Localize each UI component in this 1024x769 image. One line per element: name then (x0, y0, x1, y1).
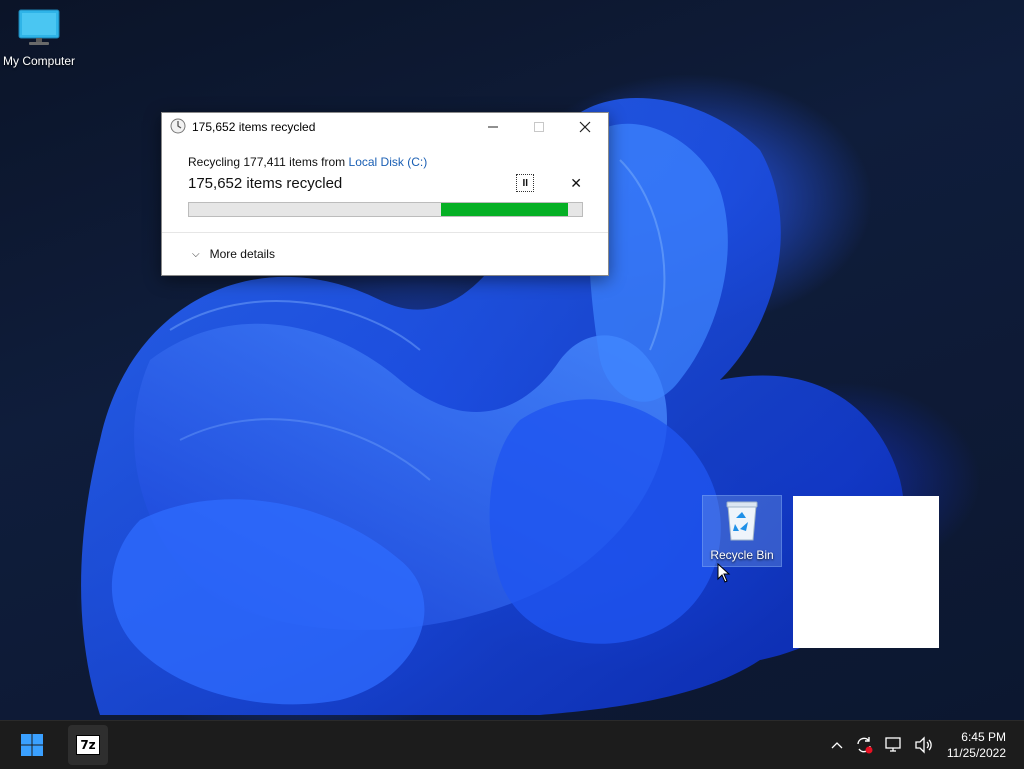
system-tray: 6:45 PM 11/25/2022 (825, 721, 1024, 769)
stop-button[interactable]: ✕ (570, 175, 582, 192)
clock-icon (170, 118, 186, 137)
volume-icon[interactable] (914, 736, 934, 754)
clock-date: 11/25/2022 (946, 746, 1006, 760)
recycle-status-line: Recycling 177,411 items from Local Disk … (188, 155, 582, 169)
maximize-icon (534, 122, 544, 132)
close-button[interactable] (562, 113, 608, 141)
mouse-cursor-icon (717, 563, 731, 583)
desktop: My Computer Recycle Bin 175,652 items re… (0, 0, 1024, 720)
chevron-down-icon: ⌵ (192, 248, 200, 260)
monitor-icon (0, 8, 78, 51)
progress-text: 175,652 items recycled (188, 174, 343, 192)
dialog-title: 175,652 items recycled (192, 120, 316, 134)
taskbar-app-7zip[interactable]: 7z (68, 725, 108, 765)
recycle-progress-dialog: 175,652 items recycled Recycling 177,411… (161, 112, 609, 276)
blank-window-area (793, 496, 939, 648)
network-icon[interactable] (884, 736, 904, 754)
sync-icon[interactable] (854, 735, 874, 755)
desktop-icon-label: My Computer (2, 54, 76, 68)
progress-heading: 175,652 items recycled II ✕ (188, 174, 582, 192)
recycle-bin-icon (703, 498, 781, 545)
more-details-label: More details (209, 247, 275, 261)
progress-bar (188, 202, 583, 217)
more-details-toggle[interactable]: ⌵ More details (162, 233, 608, 275)
taskbar-clock[interactable]: 6:45 PM 11/25/2022 (947, 729, 1006, 761)
pause-icon: II (522, 177, 529, 189)
tray-overflow-chevron-icon[interactable] (830, 740, 844, 750)
desktop-icon-label: Recycle Bin (710, 548, 774, 562)
taskbar: 7z 6:45 PM 11/25/2022 (0, 720, 1024, 769)
start-button[interactable] (12, 725, 52, 765)
stop-icon: ✕ (570, 174, 582, 191)
7zip-icon: 7z (76, 735, 100, 755)
status-prefix: Recycling 177,411 items from (188, 155, 346, 169)
close-icon (579, 121, 591, 133)
windows-start-icon (21, 734, 43, 756)
desktop-icon-recycle-bin[interactable]: Recycle Bin (702, 495, 782, 567)
maximize-button[interactable] (516, 113, 562, 141)
pause-button[interactable]: II (516, 174, 535, 192)
minimize-button[interactable] (470, 113, 516, 141)
desktop-icon-my-computer[interactable]: My Computer (0, 8, 78, 68)
source-drive-link[interactable]: Local Disk (C:) (349, 155, 428, 169)
dialog-titlebar[interactable]: 175,652 items recycled (162, 113, 608, 141)
progress-bar-fill (440, 203, 569, 216)
clock-time: 6:45 PM (961, 730, 1006, 744)
minimize-icon (488, 126, 498, 128)
